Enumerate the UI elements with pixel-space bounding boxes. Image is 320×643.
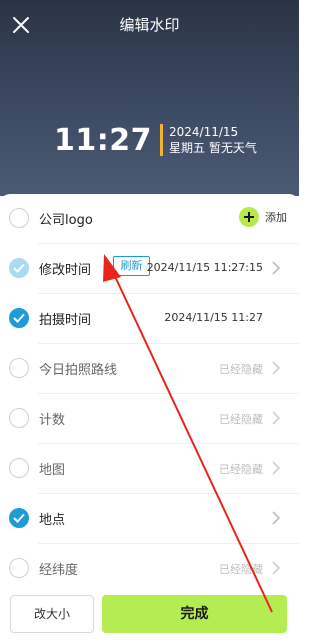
item-label: 今日拍照路线 xyxy=(39,363,118,378)
item-label: 修改时间 xyxy=(39,263,92,278)
chevron-right-icon xyxy=(272,511,281,525)
bottom-action-bar: 改大小 完成 xyxy=(0,588,299,643)
item-label: 经纬度 xyxy=(39,563,79,578)
watermark-divider xyxy=(160,124,163,156)
item-value: 已经隐藏 xyxy=(219,413,263,426)
list-item-count[interactable]: 计数 已经隐藏 xyxy=(0,394,299,444)
add-logo-button[interactable]: 添加 xyxy=(239,207,287,227)
item-value: 已经隐藏 xyxy=(219,563,263,576)
checkbox[interactable] xyxy=(9,358,29,378)
list-item-map[interactable]: 地图 已经隐藏 xyxy=(0,444,299,494)
watermark-stamp: 11:27 2024/11/15 星期五 暂无天气 xyxy=(54,120,257,160)
checkbox[interactable] xyxy=(9,558,29,578)
item-value: 已经隐藏 xyxy=(219,363,263,376)
list-item-coordinates[interactable]: 经纬度 已经隐藏 xyxy=(0,544,299,594)
checkbox[interactable] xyxy=(9,308,29,328)
item-value: 2024/11/15 11:27 xyxy=(164,311,263,324)
checkbox[interactable] xyxy=(9,208,29,228)
list-item-location[interactable]: 地点 xyxy=(0,494,299,544)
refresh-button[interactable]: 刷新 xyxy=(113,256,150,276)
checkbox[interactable] xyxy=(9,258,29,278)
chevron-right-icon xyxy=(272,361,281,375)
item-label: 公司logo xyxy=(39,213,93,228)
chevron-right-icon xyxy=(272,411,281,425)
checkbox[interactable] xyxy=(9,508,29,528)
chevron-right-icon xyxy=(272,561,281,575)
plus-icon xyxy=(239,207,259,227)
settings-sheet: 公司logo 添加 修改时间 刷新 2024/11/15 11:27:15 拍摄… xyxy=(0,194,299,643)
watermark-weekday-weather: 星期五 暂无天气 xyxy=(169,141,257,155)
list-item-company-logo[interactable]: 公司logo 添加 xyxy=(0,194,299,244)
item-label: 拍摄时间 xyxy=(39,313,92,328)
check-icon xyxy=(13,313,25,323)
item-label: 地点 xyxy=(39,513,66,528)
chevron-right-icon xyxy=(272,461,281,475)
check-icon xyxy=(13,263,25,273)
done-button[interactable]: 完成 xyxy=(102,595,287,633)
checkbox[interactable] xyxy=(9,408,29,428)
list-item-modify-time[interactable]: 修改时间 刷新 2024/11/15 11:27:15 xyxy=(0,244,299,294)
add-label: 添加 xyxy=(265,211,287,224)
resize-button[interactable]: 改大小 xyxy=(10,595,94,633)
watermark-preview: 编辑水印 11:27 2024/11/15 星期五 暂无天气 xyxy=(0,0,299,196)
list-item-capture-time[interactable]: 拍摄时间 2024/11/15 11:27 xyxy=(0,294,299,344)
watermark-date: 2024/11/15 xyxy=(169,125,239,139)
checkbox[interactable] xyxy=(9,458,29,478)
item-label: 地图 xyxy=(39,463,66,478)
check-icon xyxy=(13,513,25,523)
item-value: 已经隐藏 xyxy=(219,463,263,476)
list-item-today-route[interactable]: 今日拍照路线 已经隐藏 xyxy=(0,344,299,394)
item-value: 2024/11/15 11:27:15 xyxy=(146,261,263,274)
chevron-right-icon xyxy=(272,261,281,275)
watermark-time: 11:27 xyxy=(54,122,152,158)
page-title: 编辑水印 xyxy=(119,16,180,34)
item-label: 计数 xyxy=(39,413,66,428)
